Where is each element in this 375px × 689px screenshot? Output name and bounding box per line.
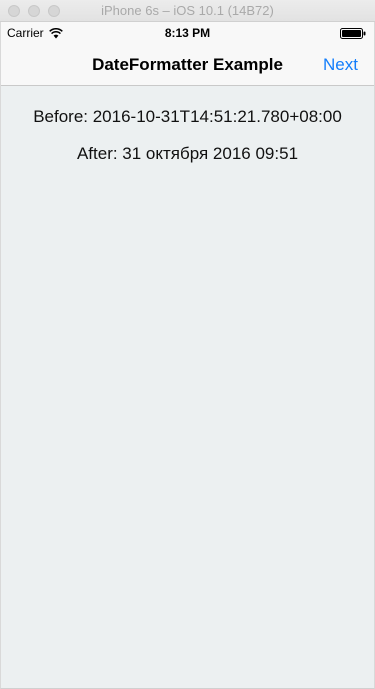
- next-button[interactable]: Next: [323, 55, 358, 75]
- battery-icon: [340, 28, 366, 39]
- device-screen: Carrier 8:13 PM DateFormatter Example Ne…: [0, 22, 375, 689]
- nav-title: DateFormatter Example: [92, 55, 283, 74]
- simulator-title-bar: iPhone 6s – iOS 10.1 (14B72): [0, 0, 375, 22]
- navigation-bar: Carrier 8:13 PM DateFormatter Example Ne…: [1, 22, 374, 86]
- status-time: 8:13 PM: [164, 26, 211, 40]
- after-date-label: After: 31 октября 2016 09:51: [76, 144, 299, 163]
- before-date-label: Before: 2016-10-31T14:51:21.780+08:00: [33, 107, 342, 126]
- window-title: iPhone 6s – iOS 10.1 (14B72): [101, 3, 274, 18]
